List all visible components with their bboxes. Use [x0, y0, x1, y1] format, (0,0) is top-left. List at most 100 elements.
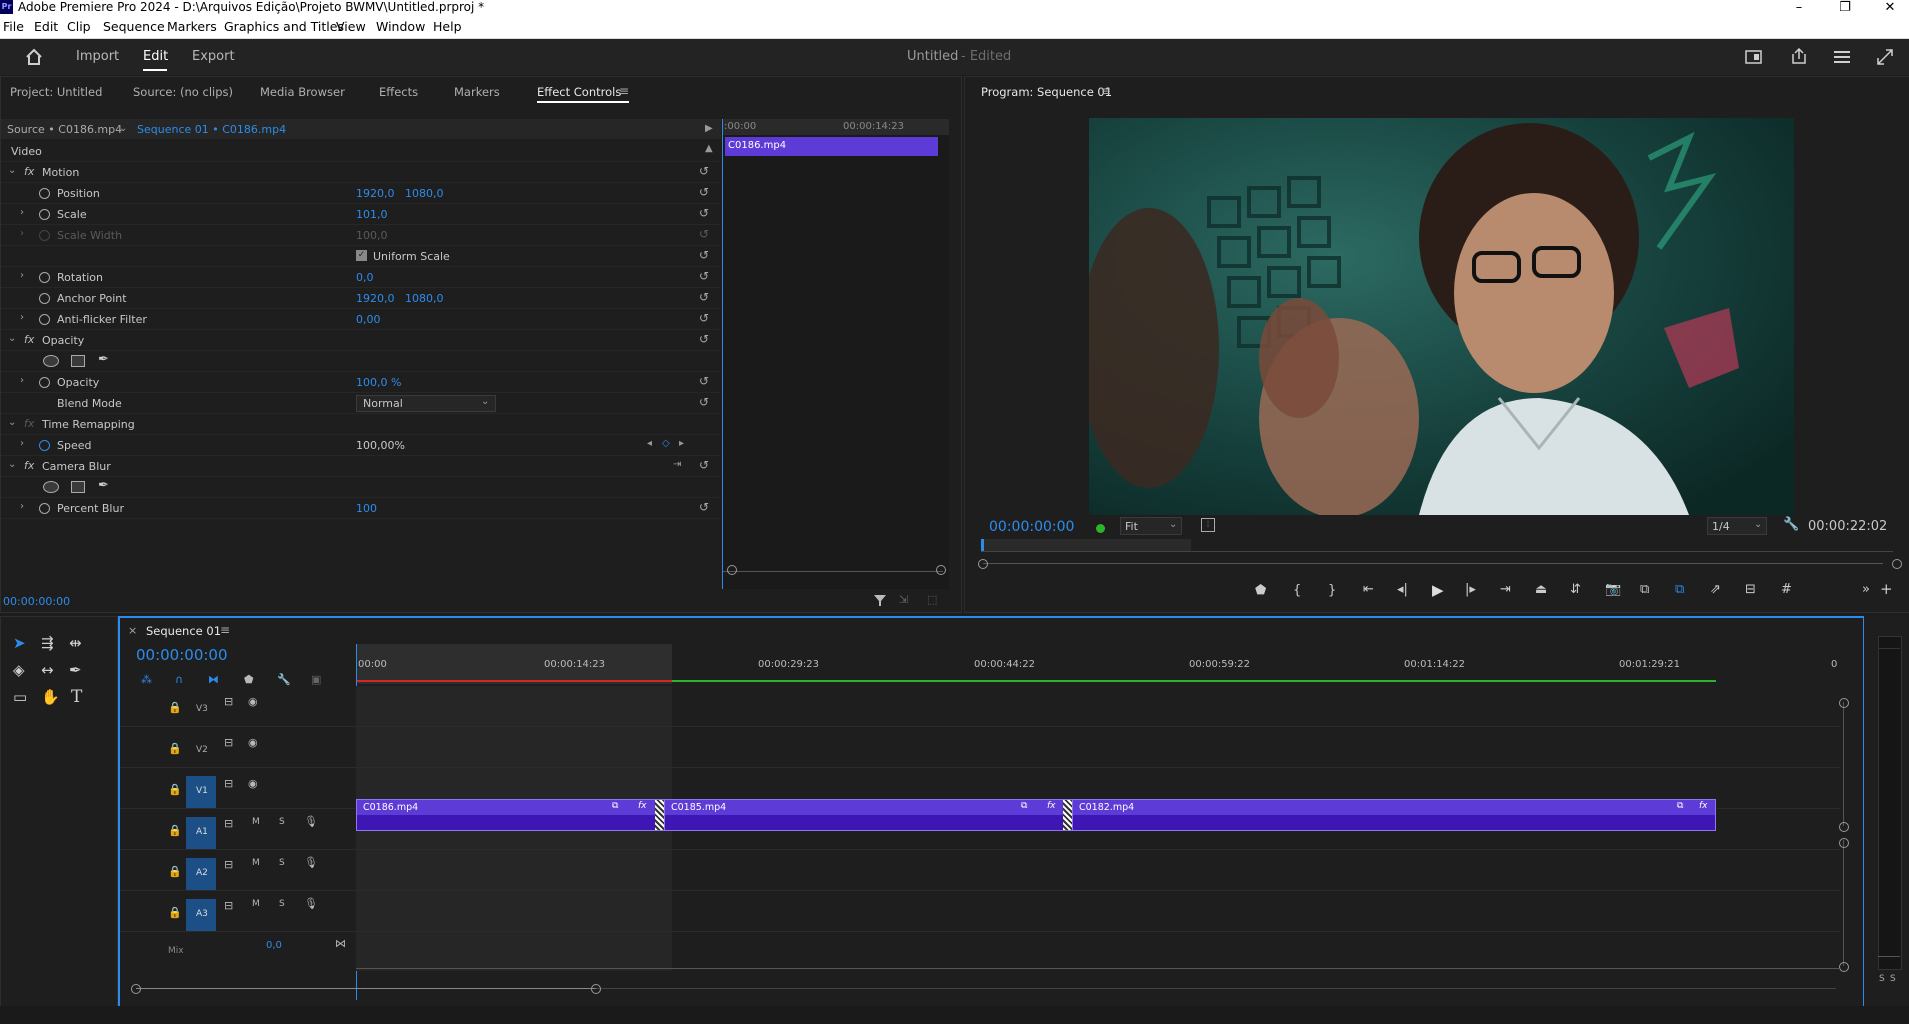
mute-button[interactable]: M	[252, 817, 260, 827]
tab-project[interactable]: Project: Untitled	[10, 85, 102, 99]
tab-markers[interactable]: Markers	[454, 85, 500, 99]
fx-icon[interactable]: fx	[24, 165, 34, 178]
tab-effect-controls[interactable]: Effect Controls	[537, 85, 621, 99]
add-marker-icon[interactable]: ⬟	[244, 673, 254, 686]
minimize-button[interactable]: –	[1779, 0, 1819, 16]
timeline-timecode[interactable]: 00:00:00:00	[136, 646, 228, 664]
grid-icon[interactable]: #	[1781, 582, 1792, 597]
sequence-tab[interactable]: Sequence 01	[146, 624, 221, 638]
effect-time-remapping-row[interactable]: ⌄ fx Time Remapping	[1, 414, 721, 435]
wrench-icon[interactable]: 🔧	[1783, 517, 1799, 532]
menu-icon[interactable]	[1833, 49, 1851, 65]
chevron-right-icon[interactable]: ›	[20, 375, 24, 386]
stopwatch-icon[interactable]	[39, 377, 50, 388]
add-button-icon[interactable]: +	[1880, 580, 1893, 598]
lock-icon[interactable]: 🔒	[168, 701, 182, 714]
lock-icon[interactable]: 🔒	[168, 824, 182, 837]
reset-icon[interactable]: ↺	[699, 290, 709, 304]
effect-controls-timecode[interactable]: 00:00:00:00	[3, 595, 70, 608]
effect-opacity-row[interactable]: ⌄ fx Opacity ↺	[1, 330, 721, 351]
anchor-y-value[interactable]: 1080,0	[405, 292, 444, 305]
program-scrubber[interactable]	[981, 539, 1893, 552]
menu-sequence[interactable]: Sequence	[103, 19, 165, 34]
mix-value[interactable]: 0,0	[266, 940, 282, 951]
chevron-down-icon[interactable]: ⌄	[8, 165, 16, 176]
program-playhead[interactable]	[981, 539, 984, 551]
opacity-value[interactable]: 100,0 %	[356, 376, 401, 389]
rotation-value[interactable]: 0,0	[356, 271, 374, 284]
mini-clip[interactable]: C0186.mp4	[725, 137, 938, 156]
step-back-icon[interactable]: ◂|	[1397, 582, 1408, 597]
play-icon[interactable]: ▶	[1432, 581, 1444, 599]
save-preset-icon[interactable]: ⬚	[927, 593, 937, 606]
extract-icon[interactable]: ⇵	[1570, 582, 1581, 597]
pen-mask-icon[interactable]: ✒	[98, 478, 109, 493]
chevron-right-icon[interactable]: ›	[20, 501, 24, 512]
selection-tool-icon[interactable]: ➤	[13, 634, 26, 652]
tab-source[interactable]: Source: (no clips)	[133, 85, 233, 99]
eye-icon[interactable]: ◉	[248, 695, 258, 708]
video-scrollbar[interactable]	[1843, 702, 1844, 826]
ellipse-mask-icon[interactable]	[43, 481, 59, 493]
stopwatch-icon[interactable]	[39, 272, 50, 283]
safe-margins-icon[interactable]: ⦙	[1201, 518, 1215, 532]
reset-icon[interactable]: ↺	[699, 332, 709, 346]
reset-icon[interactable]: ↺	[699, 248, 709, 262]
fit-select[interactable]: Fit ⌄	[1120, 517, 1182, 535]
position-y-value[interactable]: 1080,0	[405, 187, 444, 200]
mini-scrollbar[interactable]	[723, 571, 943, 572]
rectangle-mask-icon[interactable]	[71, 481, 85, 493]
workspaces-icon[interactable]	[1745, 49, 1763, 65]
eye-icon[interactable]: ◉	[248, 777, 258, 790]
effect-camera-blur-row[interactable]: ⌄ fx Camera Blur ⇥ ↺	[1, 456, 721, 477]
pen-mask-icon[interactable]: ✒	[98, 352, 109, 367]
mix-end-icon[interactable]: ⋈	[335, 937, 346, 950]
mute-button[interactable]: M	[252, 858, 260, 868]
panel-menu-icon[interactable]: ≡	[619, 84, 629, 98]
rectangle-icon[interactable]: ▭	[13, 688, 27, 706]
lock-icon[interactable]: 🔒	[168, 865, 182, 878]
program-video-frame[interactable]	[1089, 118, 1794, 515]
uniform-scale-checkbox[interactable]: ✓	[356, 250, 367, 261]
scale-value[interactable]: 101,0	[356, 208, 388, 221]
reset-icon[interactable]: ↺	[699, 164, 709, 178]
chevron-right-icon[interactable]: ›	[20, 438, 24, 449]
go-to-in-icon[interactable]: ⇤	[1363, 582, 1374, 597]
add-marker-icon[interactable]: ⬟	[1255, 583, 1266, 598]
scroll-handle[interactable]	[1839, 698, 1849, 708]
sync-lock-icon[interactable]: ⊟	[224, 777, 233, 790]
comparison-view-icon[interactable]: ⧉	[1640, 582, 1649, 597]
type-icon[interactable]: T	[71, 687, 82, 707]
sync-lock-icon[interactable]: ⊟	[224, 695, 233, 708]
scroll-handle[interactable]	[1839, 822, 1849, 832]
resolution-select[interactable]: 1/4 ⌄	[1707, 517, 1767, 535]
lock-icon[interactable]: 🔒	[168, 783, 182, 796]
zoom-scrollbar[interactable]	[983, 563, 1883, 564]
tab-media-browser[interactable]: Media Browser	[260, 85, 345, 99]
chevron-down-icon[interactable]: ⌄	[8, 459, 16, 470]
reset-icon[interactable]: ↺	[699, 311, 709, 325]
reset-icon[interactable]: ↺	[699, 458, 709, 472]
reset-icon[interactable]: ↺	[699, 374, 709, 388]
chevron-down-icon[interactable]: ⌄	[119, 123, 127, 134]
reset-icon[interactable]: ↺	[699, 500, 709, 514]
menu-file[interactable]: File	[3, 19, 24, 34]
sync-lock-icon[interactable]: ⊟	[224, 817, 233, 830]
blend-mode-select[interactable]: Normal ⌄	[356, 395, 496, 412]
wrench-icon[interactable]: 🔧	[277, 673, 291, 686]
maximize-button[interactable]: ❐	[1825, 0, 1865, 16]
safe-margin-icon[interactable]: ⊟	[1745, 582, 1756, 597]
rectangle-mask-icon[interactable]	[71, 355, 85, 367]
solo-button[interactable]: S	[279, 817, 285, 827]
share-icon[interactable]	[1790, 48, 1808, 65]
reset-icon[interactable]: ↺	[699, 395, 709, 409]
close-button[interactable]: ✕	[1870, 0, 1909, 16]
lift-icon[interactable]: ⏏	[1535, 582, 1547, 597]
zoom-handle-right[interactable]	[1892, 559, 1902, 569]
speed-value[interactable]: 100,00%	[356, 439, 405, 452]
menu-edit[interactable]: Edit	[34, 19, 58, 34]
sync-lock-icon[interactable]: ⊟	[224, 899, 233, 912]
camera-icon[interactable]: 📷	[1605, 582, 1621, 597]
lock-icon[interactable]: 🔒	[168, 742, 182, 755]
scroll-handle[interactable]	[1839, 962, 1849, 972]
